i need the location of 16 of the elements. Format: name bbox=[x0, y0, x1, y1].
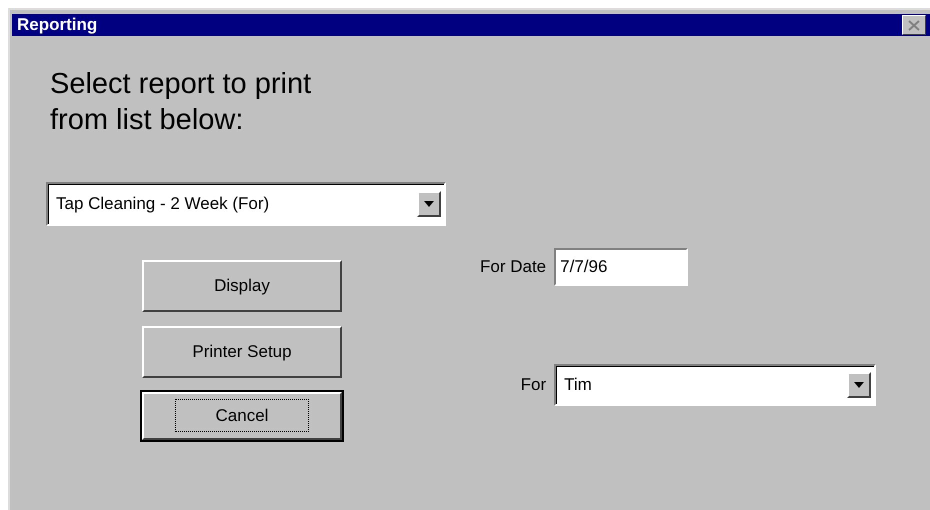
person-dropdown[interactable]: Tim bbox=[554, 364, 876, 406]
dialog-button[interactable]: Printer Setup bbox=[142, 326, 342, 378]
field-label: For bbox=[520, 375, 546, 395]
dialog-button[interactable]: Cancel bbox=[142, 392, 342, 440]
dropdown-button[interactable] bbox=[417, 191, 441, 217]
field-label: For Date bbox=[480, 257, 546, 277]
close-icon bbox=[908, 20, 920, 30]
window-title: Reporting bbox=[17, 15, 98, 35]
close-button[interactable] bbox=[902, 15, 926, 35]
dropdown-button[interactable] bbox=[847, 372, 872, 398]
dialog-button[interactable]: Display bbox=[142, 260, 342, 312]
instruction-text: Select report to print from list below: bbox=[50, 67, 312, 138]
caret-icon bbox=[854, 382, 864, 388]
date-field[interactable]: 7/7/96 bbox=[554, 248, 688, 286]
report-dropdown[interactable]: Tap Cleaning - 2 Week (For) bbox=[46, 182, 446, 226]
caret-icon bbox=[424, 201, 434, 207]
